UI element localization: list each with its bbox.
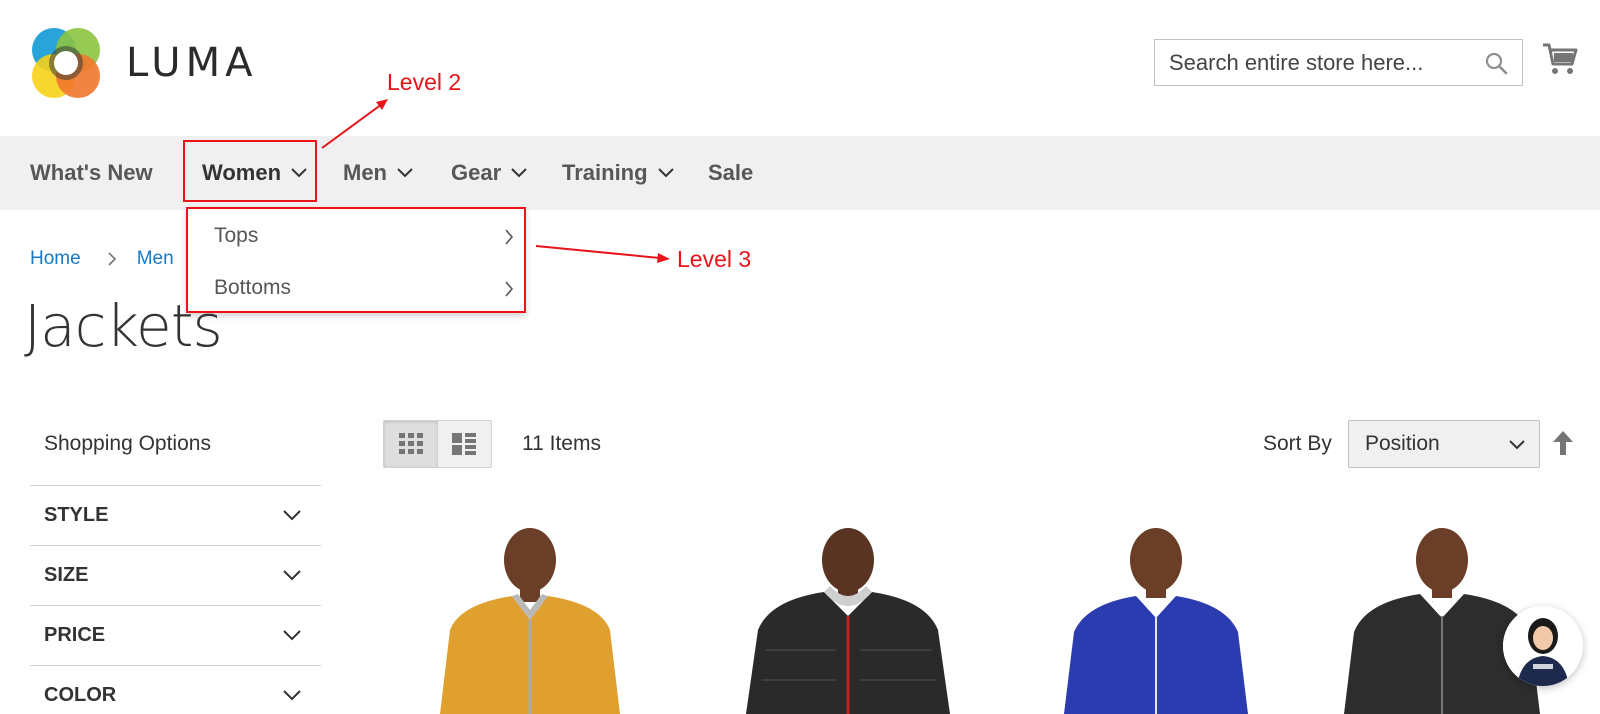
item-count: 11 Items bbox=[522, 432, 601, 455]
submenu-item-tops[interactable]: Tops bbox=[188, 211, 524, 261]
level2-arrow bbox=[321, 99, 388, 149]
filter-label: COLOR bbox=[44, 684, 117, 706]
submenu-dropdown: Tops Bottoms bbox=[186, 207, 526, 313]
breadcrumb-men[interactable]: Men bbox=[137, 248, 174, 270]
nav-item-gear[interactable]: Gear bbox=[451, 136, 527, 210]
submenu-item-bottoms[interactable]: Bottoms bbox=[188, 263, 524, 313]
product-image[interactable] bbox=[420, 520, 640, 714]
chevron-right-icon bbox=[505, 229, 514, 245]
chevron-down-icon bbox=[1509, 440, 1525, 450]
luma-logo[interactable]: LUMA bbox=[30, 25, 280, 101]
list-view-button[interactable] bbox=[438, 421, 492, 467]
sort-direction-arrow-icon[interactable] bbox=[1552, 430, 1574, 456]
nav-item-training[interactable]: Training bbox=[562, 136, 674, 210]
filter-label: STYLE bbox=[44, 504, 109, 526]
view-mode-switcher bbox=[383, 420, 492, 468]
nav-item-whats-new[interactable]: What's New bbox=[30, 136, 153, 210]
filter-label: SIZE bbox=[44, 564, 89, 586]
search-box bbox=[1154, 39, 1523, 86]
filter-style[interactable]: STYLE bbox=[30, 485, 321, 545]
women-highlight-box bbox=[183, 140, 317, 202]
chevron-down-icon bbox=[283, 690, 301, 701]
breadcrumb-home[interactable]: Home bbox=[30, 248, 81, 270]
submenu-label: Tops bbox=[214, 224, 259, 247]
sort-value: Position bbox=[1365, 432, 1440, 455]
product-image[interactable] bbox=[1046, 520, 1266, 714]
chevron-down-icon bbox=[511, 168, 527, 178]
submenu-label: Bottoms bbox=[214, 276, 292, 299]
list-icon bbox=[452, 433, 477, 455]
header: LUMA bbox=[0, 0, 1600, 136]
search-icon[interactable] bbox=[1484, 51, 1508, 75]
shopping-options-title: Shopping Options bbox=[44, 432, 211, 455]
product-photo-orange-jacket bbox=[440, 528, 620, 714]
level2-annotation: Level 2 bbox=[387, 69, 462, 95]
shopping-cart-icon[interactable] bbox=[1542, 42, 1578, 76]
page-title: Jackets bbox=[24, 292, 223, 360]
grid-icon bbox=[398, 433, 423, 454]
sort-by-label: Sort By bbox=[1263, 432, 1332, 455]
chat-support-avatar[interactable] bbox=[1503, 606, 1583, 686]
nav-label: Training bbox=[562, 160, 648, 185]
grid-view-button[interactable] bbox=[384, 421, 438, 467]
level3-arrow bbox=[535, 245, 670, 263]
logo-text: LUMA bbox=[126, 40, 258, 86]
nav-label: Sale bbox=[708, 160, 754, 185]
nav-label: Gear bbox=[451, 160, 502, 185]
filter-color[interactable]: COLOR bbox=[30, 665, 321, 714]
nav-label: What's New bbox=[30, 160, 153, 185]
search-input[interactable] bbox=[1155, 40, 1465, 85]
chevron-down-icon bbox=[283, 570, 301, 581]
chevron-down-icon bbox=[657, 168, 674, 178]
filter-price[interactable]: PRICE bbox=[30, 605, 321, 665]
nav-label: Men bbox=[343, 160, 387, 185]
filter-size[interactable]: SIZE bbox=[30, 545, 321, 605]
luma-logo-icon bbox=[32, 28, 100, 98]
chevron-down-icon bbox=[283, 510, 301, 521]
support-agent-avatar-icon bbox=[1503, 606, 1583, 686]
nav-item-sale[interactable]: Sale bbox=[708, 136, 753, 210]
sort-by-select[interactable]: Position bbox=[1348, 420, 1540, 468]
filter-label: PRICE bbox=[44, 624, 106, 646]
chevron-down-icon bbox=[283, 630, 301, 641]
level3-annotation: Level 3 bbox=[677, 246, 752, 272]
product-photo-black-jacket bbox=[746, 528, 950, 714]
product-photo-blue-jacket bbox=[1064, 528, 1248, 714]
product-image[interactable] bbox=[736, 520, 956, 714]
breadcrumb: Home Men bbox=[30, 248, 174, 270]
chevron-right-icon bbox=[108, 252, 116, 266]
chevron-down-icon bbox=[397, 168, 413, 178]
chevron-right-icon bbox=[505, 281, 514, 297]
